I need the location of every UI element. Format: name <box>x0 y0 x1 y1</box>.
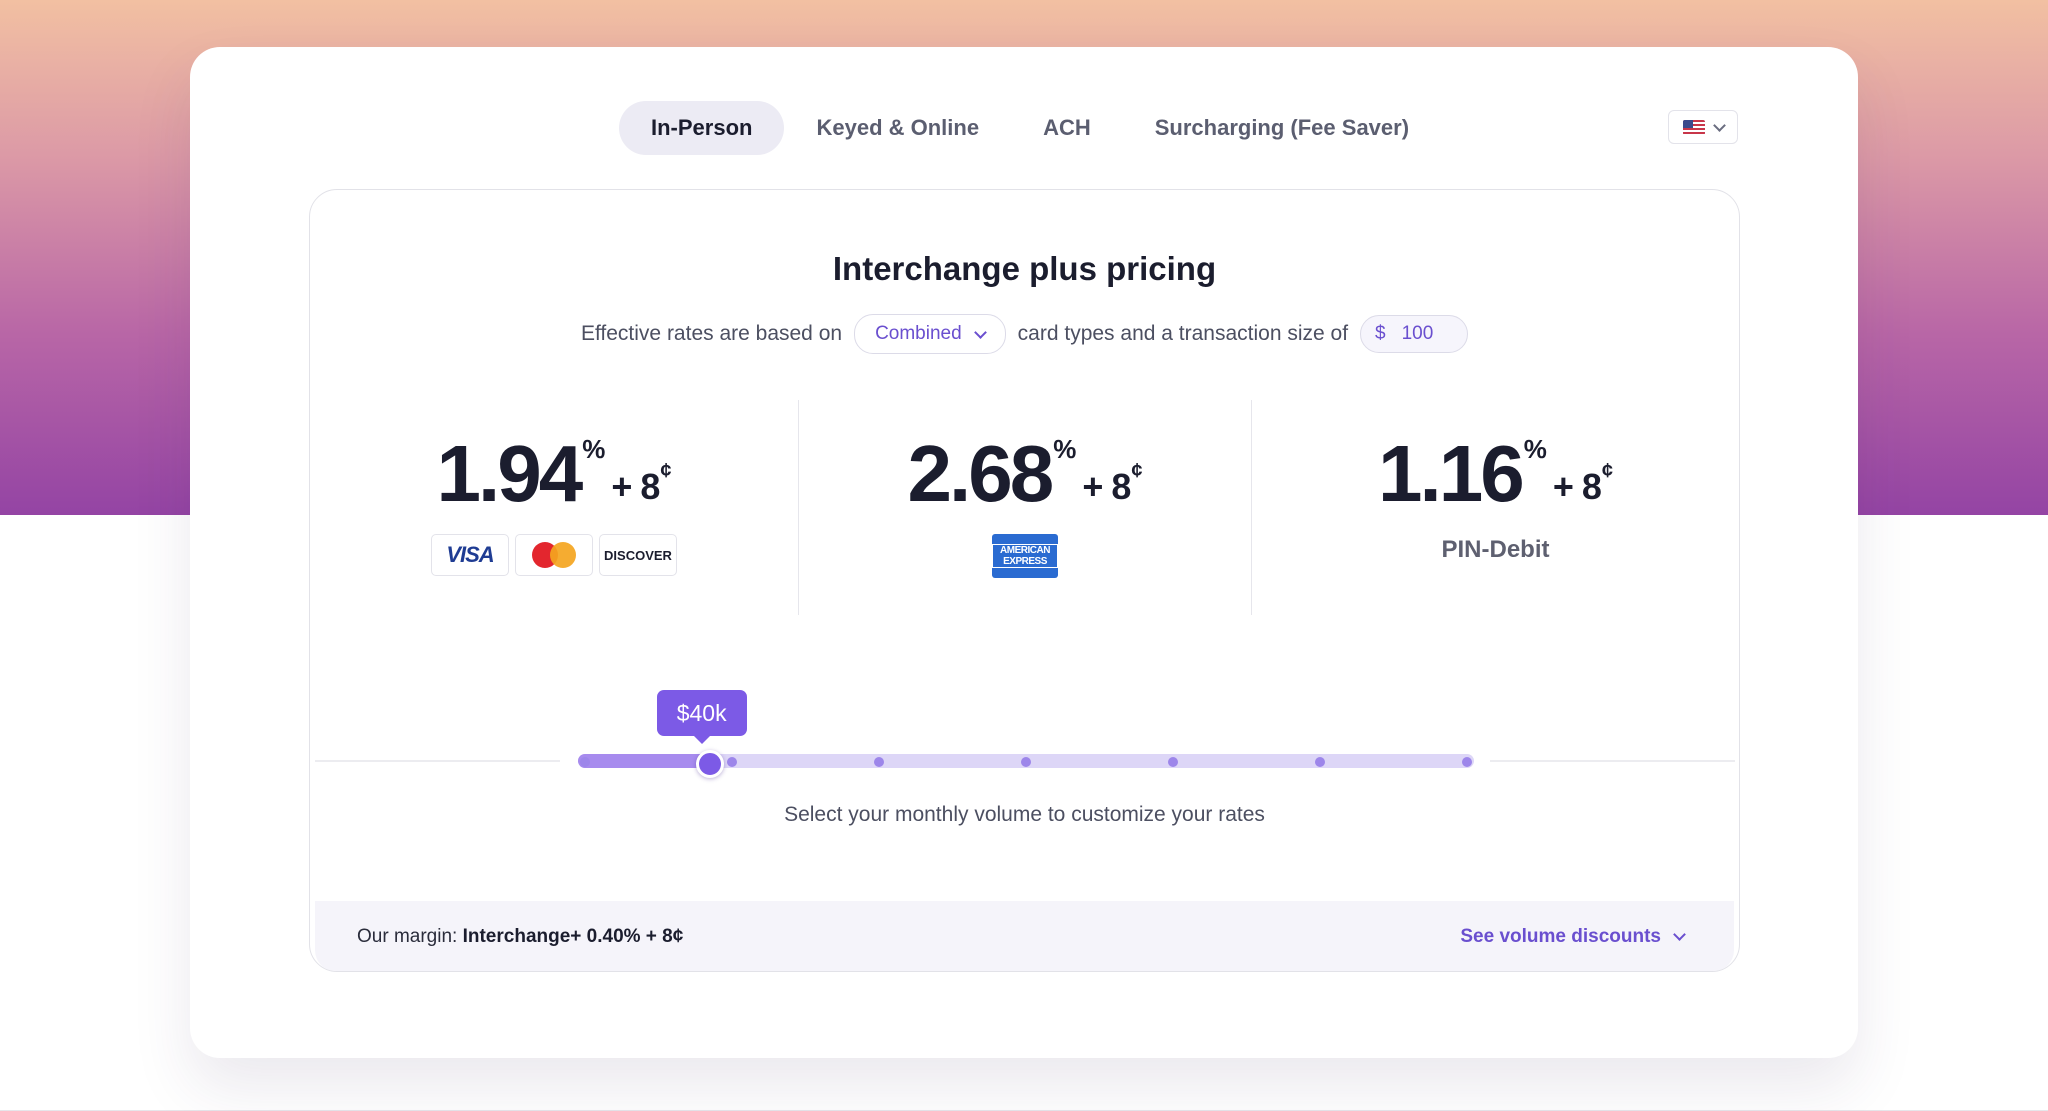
card-type-select[interactable]: Combined <box>854 314 1006 354</box>
cent-sign: ¢ <box>1601 460 1613 482</box>
rate-display: 1.16 % + 8 ¢ <box>1250 429 1739 518</box>
plus-sign: + <box>1082 466 1104 507</box>
rates-prefix-text: Effective rates are based on <box>580 322 843 345</box>
rate-percent-value: 1.94 <box>436 429 583 518</box>
volume-slider: $40k Select your monthly volume to custo… <box>310 690 1739 826</box>
rate-display: 2.68 % + 8 ¢ <box>799 430 1251 518</box>
rate-cents-value: 8 <box>1111 466 1132 507</box>
currency-symbol: $ <box>1375 323 1386 344</box>
rate-column-credit: 1.94 % + 8 ¢ VISA DISCOVER <box>310 400 798 615</box>
pricing-title: Interchange plus pricing <box>832 250 1217 287</box>
slider-step-dot[interactable] <box>1462 757 1472 767</box>
pin-debit-label: PIN-Debit <box>1441 536 1550 563</box>
slider-track[interactable] <box>578 750 1474 778</box>
rates-middle-text: card types and a transaction size of <box>1017 322 1349 345</box>
cent-sign: ¢ <box>1131 460 1143 482</box>
chevron-down-icon <box>1673 928 1686 941</box>
margin-text: Our margin: Interchange+ 0.40% + 8¢ <box>357 901 684 971</box>
plus-sign: + <box>1552 466 1574 507</box>
rate-cents-value: 8 <box>1581 466 1602 507</box>
volume-link-label: See volume discounts <box>1460 926 1661 947</box>
percent-sign: % <box>582 434 606 464</box>
slider-step-dot[interactable] <box>1021 757 1031 767</box>
rate-percent-value: 1.16 <box>1377 429 1525 518</box>
card-logos: VISA DISCOVER <box>310 534 798 576</box>
rates-basis-line: Effective rates are based on Combined ca… <box>310 314 1739 354</box>
pricing-panel: In-Person Keyed & Online ACH Surcharging… <box>190 47 1858 1058</box>
percent-sign: % <box>1053 434 1077 464</box>
slider-value-tooltip: $40k <box>656 690 747 744</box>
region-select[interactable] <box>1668 110 1738 144</box>
mastercard-logo <box>515 534 593 576</box>
margin-value: Interchange+ 0.40% + 8¢ <box>462 926 684 947</box>
card-type-value: Combined <box>875 323 962 344</box>
transaction-size-value: 100 <box>1401 323 1434 344</box>
slider-step-dot[interactable] <box>727 757 737 767</box>
tab-in-person[interactable]: In-Person <box>619 101 785 155</box>
slider-rule-right <box>1490 760 1735 762</box>
margin-bar: Our margin: Interchange+ 0.40% + 8¢ See … <box>315 901 1734 971</box>
visa-logo: VISA <box>431 534 509 576</box>
slider-step-dot[interactable] <box>1168 757 1178 767</box>
slider-step-dot[interactable] <box>874 757 884 767</box>
tab-ach[interactable]: ACH <box>1011 101 1123 155</box>
see-volume-discounts-link[interactable]: See volume discounts <box>1460 901 1686 971</box>
margin-prefix: Our margin: <box>357 926 458 947</box>
percent-sign: % <box>1523 434 1547 464</box>
discover-logo: DISCOVER <box>599 534 677 576</box>
pricing-card: Interchange plus pricing Effective rates… <box>309 189 1740 972</box>
rate-display: 1.94 % + 8 ¢ <box>310 430 798 518</box>
chevron-down-icon <box>973 325 987 339</box>
tab-surcharging[interactable]: Surcharging (Fee Saver) <box>1123 101 1441 155</box>
amex-logo: AMERICAN EXPRESS <box>992 534 1058 578</box>
rate-column-amex: 2.68 % + 8 ¢ AMERICAN EXPRESS <box>798 400 1252 615</box>
slider-step-dot[interactable] <box>580 757 590 767</box>
rate-column-pin-debit: 1.16 % + 8 ¢ PIN-Debit <box>1250 400 1739 615</box>
rate-cents-value: 8 <box>640 466 661 507</box>
slider-step-dot[interactable] <box>1315 757 1325 767</box>
slider-fill <box>578 754 714 768</box>
transaction-size-input[interactable]: $ 100 <box>1360 315 1469 353</box>
pricing-tabs: In-Person Keyed & Online ACH Surcharging… <box>619 101 1441 155</box>
chevron-down-icon <box>1712 118 1726 132</box>
slider-thumb[interactable] <box>695 750 724 778</box>
cent-sign: ¢ <box>660 460 672 482</box>
slider-rule-left <box>315 760 560 762</box>
slider-caption: Select your monthly volume to customize … <box>784 803 1265 826</box>
rate-percent-value: 2.68 <box>907 429 1054 518</box>
tab-keyed-online[interactable]: Keyed & Online <box>784 101 1011 155</box>
plus-sign: + <box>611 466 633 507</box>
us-flag-icon <box>1682 119 1705 135</box>
